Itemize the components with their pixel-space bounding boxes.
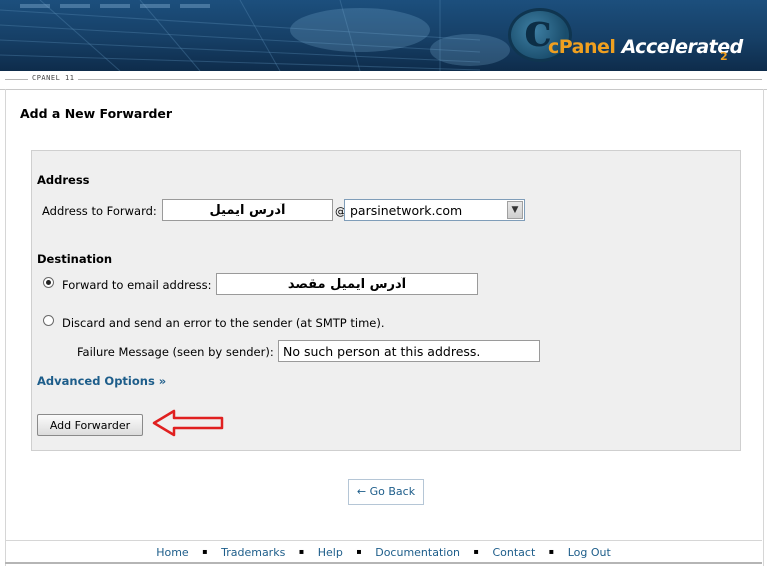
footer-separator: ▪ (548, 547, 555, 556)
address-label: Address to Forward: (42, 204, 157, 218)
footer-link-documentation[interactable]: Documentation (375, 546, 460, 559)
footer: Home ▪ Trademarks ▪ Help ▪ Documentation… (0, 540, 767, 566)
left-border (5, 89, 6, 566)
brand-main: cPanel (548, 36, 616, 58)
add-forwarder-button[interactable]: Add Forwarder (37, 414, 143, 436)
brand-logo: cPanel Accelerated (548, 36, 743, 58)
footer-link-home[interactable]: Home (156, 546, 188, 559)
footer-link-contact[interactable]: Contact (492, 546, 535, 559)
right-border (763, 89, 764, 566)
page-title: Add a New Forwarder (20, 106, 173, 121)
go-back-link[interactable]: ← Go Back (348, 479, 424, 505)
discard-option-label: Discard and send an error to the sender … (62, 316, 385, 330)
footer-separator: ▪ (202, 547, 208, 556)
failure-message-input[interactable] (278, 340, 540, 362)
header-banner: c cPanel Accelerated 2 (0, 0, 767, 71)
version-divider (5, 79, 762, 80)
destination-section-heading: Destination (37, 252, 113, 266)
address-input[interactable] (162, 199, 333, 221)
failure-message-label: Failure Message (seen by sender): (77, 345, 274, 359)
forward-email-input[interactable] (216, 273, 478, 295)
advanced-options-link[interactable]: Advanced Options » (37, 374, 166, 388)
footer-separator: ▪ (473, 547, 479, 556)
footer-separator: ▪ (298, 547, 305, 556)
brand-suffix: 2 (720, 50, 728, 63)
domain-select[interactable]: parsinetwork.com ▼ (344, 199, 525, 221)
version-label: CPANEL 11 (28, 74, 79, 82)
footer-bottom-divider (5, 562, 762, 564)
footer-link-logout[interactable]: Log Out (568, 546, 611, 559)
annotation-arrow-icon (152, 409, 224, 437)
footer-top-divider (5, 540, 762, 541)
footer-link-help[interactable]: Help (318, 546, 343, 559)
domain-select-value: parsinetwork.com (350, 203, 463, 218)
forwarder-form-panel (31, 150, 741, 451)
discard-radio[interactable] (43, 315, 54, 326)
footer-link-trademarks[interactable]: Trademarks (221, 546, 285, 559)
forward-option-label: Forward to email address: (62, 278, 212, 292)
footer-links: Home ▪ Trademarks ▪ Help ▪ Documentation… (0, 546, 767, 559)
chevron-down-icon[interactable]: ▼ (507, 201, 523, 219)
forward-radio[interactable] (43, 277, 54, 288)
address-section-heading: Address (37, 173, 90, 187)
version-strip: CPANEL 11 (0, 71, 767, 90)
footer-separator: ▪ (356, 547, 362, 556)
